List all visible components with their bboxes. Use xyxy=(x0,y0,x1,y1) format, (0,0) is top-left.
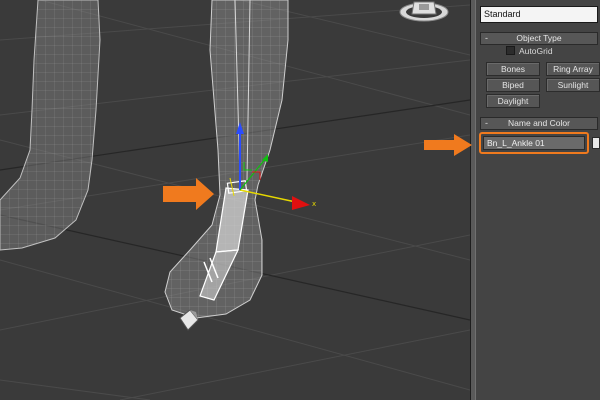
gizmo-x-label: x xyxy=(312,200,316,208)
command-panel: Standard - Object Type AutoGrid Bones Ri… xyxy=(476,0,600,400)
object-name-input[interactable]: Bn_L_Ankle 01 xyxy=(483,136,585,150)
ring-array-button[interactable]: Ring Array xyxy=(546,62,600,76)
object-color-swatch[interactable] xyxy=(592,137,600,149)
rollout-object-type[interactable]: - Object Type xyxy=(480,32,598,45)
collapse-icon: - xyxy=(485,118,488,128)
name-field-highlight: Bn_L_Ankle 01 xyxy=(479,132,589,154)
bones-button[interactable]: Bones xyxy=(486,62,540,76)
viewport-scene: x xyxy=(0,0,470,400)
autogrid-checkbox[interactable] xyxy=(506,46,515,55)
perspective-viewport[interactable]: x xyxy=(0,0,470,400)
callout-arrow-panel xyxy=(424,134,472,156)
left-leg-mesh xyxy=(0,0,101,251)
daylight-button[interactable]: Daylight xyxy=(486,94,540,108)
rollout-name-and-color[interactable]: - Name and Color xyxy=(480,117,598,130)
viewcube-icon xyxy=(399,1,449,22)
collapse-icon: - xyxy=(485,33,488,43)
rollout-title: Name and Color xyxy=(508,118,570,128)
category-dropdown[interactable]: Standard xyxy=(480,6,598,23)
sunlight-button[interactable]: Sunlight xyxy=(546,78,600,92)
rollout-title: Object Type xyxy=(516,33,562,43)
autogrid-checkbox-row[interactable]: AutoGrid xyxy=(506,46,553,58)
biped-button[interactable]: Biped xyxy=(486,78,540,92)
autogrid-label: AutoGrid xyxy=(519,46,553,56)
